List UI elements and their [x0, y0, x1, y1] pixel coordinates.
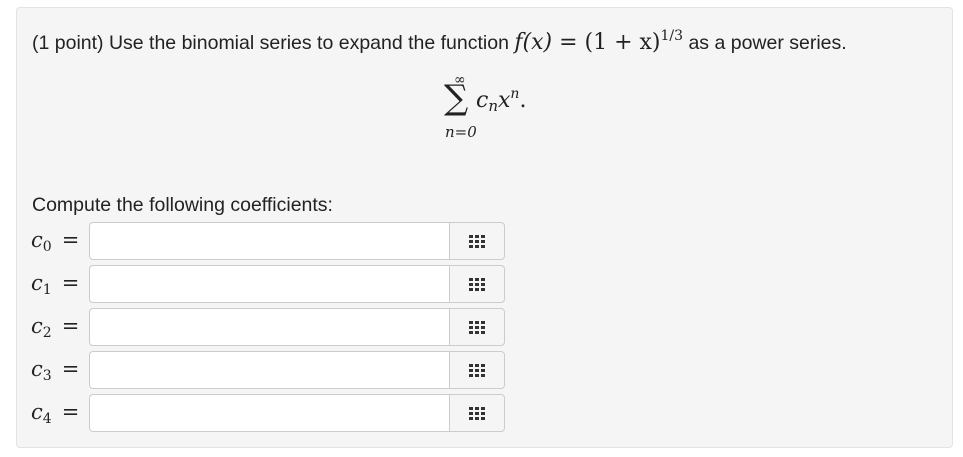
coefficient-row-c2: c2 = [17, 307, 537, 347]
function-rhs-base: (1 + x) [584, 30, 661, 55]
power-series-sum: ∞ ∑ cnxn. n=0 [440, 72, 526, 152]
coefficient-label: c1 = [31, 271, 79, 298]
grid-icon [469, 320, 485, 334]
problem-statement: (1 point) Use the binomial series to exp… [32, 28, 847, 55]
equals-sign: = [61, 314, 80, 338]
coefficient-label: c2 = [31, 314, 79, 341]
equals-sign: = [61, 228, 80, 252]
equals-sign: = [61, 400, 80, 424]
equals-sign: = [61, 271, 80, 295]
sum-term-period: . [519, 88, 527, 113]
sum-lower-text: n=0 [445, 123, 477, 141]
instruction-text: Compute the following coefficients: [32, 194, 333, 216]
function-exponent: 1/3 [660, 28, 684, 44]
coef-subscript: 2 [42, 325, 52, 341]
function-formula: f(x) = (1 + x)1/3 [514, 28, 684, 55]
equation-palette-button[interactable] [449, 308, 505, 346]
grid-icon [469, 406, 485, 420]
answer-input-c2[interactable] [89, 308, 449, 346]
coef-subscript: 1 [42, 282, 52, 298]
sum-term-sub: n [488, 97, 498, 115]
coefficient-row-c3: c3 = [17, 350, 537, 390]
equals-sign: = [61, 357, 80, 381]
equation-palette-button[interactable] [449, 394, 505, 432]
equation-palette-button[interactable] [449, 351, 505, 389]
coefficient-row-c0: c0 = [17, 221, 537, 261]
sum-term-var: x [498, 88, 511, 113]
coef-symbol: c [31, 314, 43, 338]
coef-subscript: 3 [42, 368, 52, 384]
sum-term-coef: c [476, 88, 489, 113]
grid-icon [469, 277, 485, 291]
coef-subscript: 0 [42, 239, 52, 255]
coefficient-row-c4: c4 = [17, 393, 537, 433]
grid-icon [469, 234, 485, 248]
problem-panel: (1 point) Use the binomial series to exp… [16, 7, 953, 448]
answer-input-c1[interactable] [89, 265, 449, 303]
answer-input-c3[interactable] [89, 351, 449, 389]
grid-icon [469, 363, 485, 377]
coefficient-label: c4 = [31, 400, 79, 427]
problem-suffix: as a power series. [683, 32, 847, 54]
coef-symbol: c [31, 357, 43, 381]
equation-palette-button[interactable] [449, 222, 505, 260]
problem-prefix: (1 point) Use the binomial series to exp… [32, 32, 515, 54]
coefficient-label: c3 = [31, 357, 79, 384]
coef-subscript: 4 [42, 411, 52, 427]
equation-palette-button[interactable] [449, 265, 505, 303]
answer-input-c4[interactable] [89, 394, 449, 432]
sum-lower-limit: n=0 [445, 123, 477, 141]
coef-symbol: c [31, 400, 43, 424]
sum-term: cnxn. [476, 86, 526, 115]
coef-symbol: c [31, 228, 43, 252]
function-lhs: f(x) [514, 30, 553, 55]
coefficient-row-c1: c1 = [17, 264, 537, 304]
answer-input-c0[interactable] [89, 222, 449, 260]
coefficient-label: c0 = [31, 228, 79, 255]
sigma-symbol: ∑ [444, 78, 469, 118]
coef-symbol: c [31, 271, 43, 295]
